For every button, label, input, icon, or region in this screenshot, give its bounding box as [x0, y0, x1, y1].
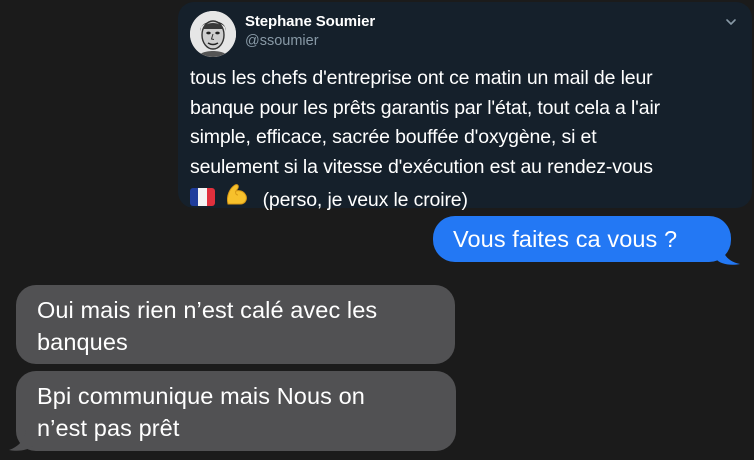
- received-bubble-tail: [9, 430, 34, 451]
- chevron-down-icon[interactable]: [724, 15, 738, 29]
- tweet-text-line: tous les chefs d'entreprise ont ce matin…: [190, 67, 653, 89]
- sent-bubble-tail: [716, 246, 740, 265]
- received-message-text: Bpi communique mais Nous on: [37, 383, 365, 409]
- tweet-text-line: banque pour les prêts garantis par l'éta…: [190, 96, 660, 119]
- embedded-tweet[interactable]: Stephane Soumier @ssoumier tous les chef…: [178, 2, 752, 211]
- flag-france-icon: [190, 188, 215, 206]
- received-message-bubble[interactable]: Oui mais rien n’est calé avec les banque…: [16, 285, 455, 364]
- tweet-text: tous les chefs d'entreprise ont ce matin…: [190, 64, 742, 216]
- received-message-text: n’est pas prêt: [37, 414, 180, 441]
- tweet-text-line-end: (perso, je veux le croire): [262, 189, 468, 211]
- tweet-text-line: (perso, je veux le croire): [190, 182, 742, 216]
- tweet-author-name[interactable]: Stephane Soumier: [245, 13, 375, 30]
- avatar[interactable]: [190, 11, 236, 57]
- received-message-text: banques: [37, 328, 128, 355]
- flexed-biceps-icon: [227, 184, 248, 205]
- received-message-bubble[interactable]: Bpi communique mais Nous on n’est pas pr…: [16, 371, 456, 451]
- sent-message-text: Vous faites ca vous ?: [453, 226, 678, 252]
- tweet-text-line: simple, efficace, sacrée bouffée d'oxygè…: [190, 126, 597, 148]
- received-message-text: Oui mais rien n’est calé avec les: [37, 297, 378, 323]
- profile-photo-icon: [190, 11, 236, 57]
- sent-message-bubble[interactable]: Vous faites ca vous ?: [433, 216, 731, 262]
- tweet-text-line: seulement si la vitesse d'exécution est …: [190, 155, 653, 178]
- tweet-author-handle[interactable]: @ssoumier: [245, 33, 319, 49]
